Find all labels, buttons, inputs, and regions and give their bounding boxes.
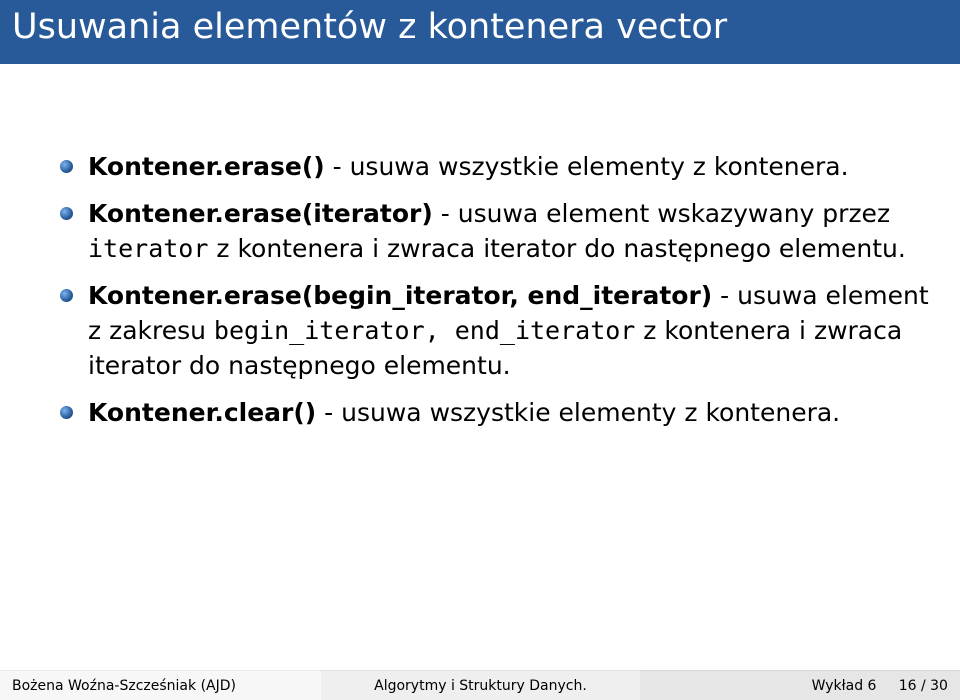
method-name: Kontener.clear() [88,398,316,427]
bullet-list: Kontener.erase() - usuwa wszystkie eleme… [60,149,930,430]
method-name: Kontener.erase(begin_iterator, end_itera… [88,281,712,310]
footer-right: Wykład 6 16 / 30 [640,670,960,700]
footer-center: Algorytmy i Struktury Danych. [321,670,641,700]
slide: Usuwania elementów z kontenera vector Ko… [0,0,960,700]
footer-author: Bożena Woźna-Szcześniak (AJD) [0,670,321,700]
footer-lecture: Wykład 6 [812,678,877,694]
bullet-icon [60,207,73,220]
method-name: Kontener.erase(iterator) [88,199,433,228]
desc-text: - usuwa wszystkie elementy z kontenera. [325,152,849,181]
bullet-icon [60,406,73,419]
list-item: Kontener.erase(begin_iterator, end_itera… [60,278,930,383]
list-item: Kontener.erase(iterator) - usuwa element… [60,196,930,266]
footer-gap [876,678,898,694]
list-item: Kontener.clear() - usuwa wszystkie eleme… [60,395,930,430]
footer: Bożena Woźna-Szcześniak (AJD) Algorytmy … [0,670,960,700]
list-item: Kontener.erase() - usuwa wszystkie eleme… [60,149,930,184]
bullet-icon [60,160,73,173]
slide-title: Usuwania elementów z kontenera vector [0,0,960,64]
code-text: begin_iterator, end_iterator [214,316,635,345]
code-text: iterator [88,234,208,263]
footer-page: 16 / 30 [899,678,948,694]
desc-text: - usuwa element wskazywany przez [433,199,890,228]
desc-text: z kontenera i zwraca iterator do następn… [208,234,905,263]
bullet-icon [60,289,73,302]
method-name: Kontener.erase() [88,152,325,181]
slide-content: Kontener.erase() - usuwa wszystkie eleme… [0,64,960,430]
desc-text: - usuwa wszystkie elementy z kontenera. [316,398,840,427]
